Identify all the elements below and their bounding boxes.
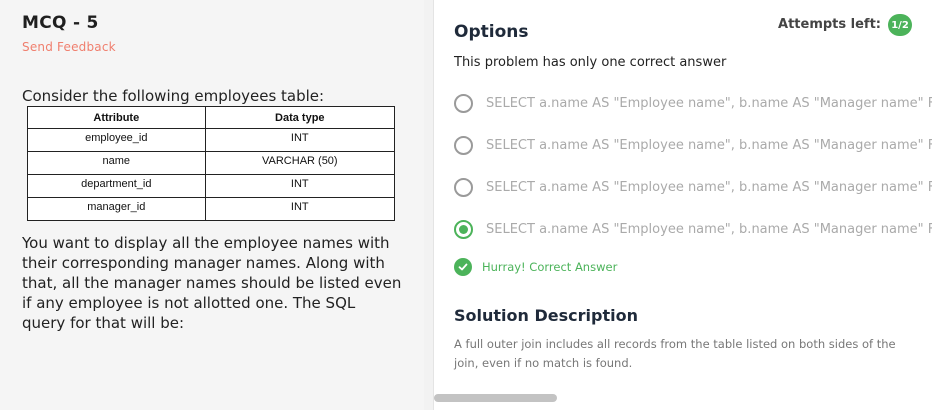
table-cell: manager_id [27, 197, 206, 221]
option-4[interactable]: SELECT a.name AS "Employee name", b.name… [454, 217, 932, 241]
option-1[interactable]: SELECT a.name AS "Employee name", b.name… [454, 91, 932, 115]
attempts-label: Attempts left: [778, 17, 881, 32]
table-cell: INT [204, 197, 396, 221]
table-cell: employee_id [27, 128, 206, 152]
table-cell: INT [204, 128, 396, 152]
check-circle-icon [454, 258, 472, 276]
table-cell: INT [204, 174, 396, 198]
table-cell: VARCHAR (50) [204, 151, 396, 175]
radio-button-selected[interactable] [454, 219, 473, 239]
option-3[interactable]: SELECT a.name AS "Employee name", b.name… [454, 175, 932, 199]
table-header: Data type [204, 106, 396, 129]
question-intro: Consider the following employees table: [22, 87, 325, 105]
table-row: department_id INT [27, 174, 396, 198]
table-cell: name [27, 151, 206, 175]
attempts-badge: 1/2 [888, 14, 912, 36]
solution-title: Solution Description [454, 306, 638, 325]
table-row: name VARCHAR (50) [27, 151, 396, 175]
send-feedback-link[interactable]: Send Feedback [22, 40, 116, 54]
radio-button[interactable] [454, 135, 473, 155]
table-header: Attribute [27, 106, 206, 129]
option-text: SELECT a.name AS "Employee name", b.name… [486, 221, 932, 237]
table-row: employee_id INT [27, 128, 396, 152]
option-text: SELECT a.name AS "Employee name", b.name… [486, 137, 932, 153]
result-text: Hurray! Correct Answer [482, 260, 618, 274]
options-panel[interactable]: Options Attempts left: 1/2 This problem … [433, 0, 932, 410]
horizontal-scrollbar[interactable] [434, 394, 557, 402]
solution-text: A full outer join includes all records f… [454, 337, 896, 370]
option-text: SELECT a.name AS "Employee name", b.name… [486, 95, 932, 111]
question-panel: MCQ - 5 Send Feedback Consider the follo… [0, 0, 424, 410]
options-title: Options [454, 22, 529, 42]
radio-button[interactable] [454, 93, 473, 113]
answer-instruction: This problem has only one correct answer [454, 55, 727, 70]
option-text: SELECT a.name AS "Employee name", b.name… [486, 179, 932, 195]
table-header-row: Attribute Data type [27, 106, 396, 129]
table-row: manager_id INT [27, 197, 396, 221]
question-title: MCQ - 5 [22, 13, 99, 33]
table-cell: department_id [27, 174, 206, 198]
result-message: Hurray! Correct Answer [454, 258, 617, 276]
option-2[interactable]: SELECT a.name AS "Employee name", b.name… [454, 133, 932, 157]
employees-table: Attribute Data type employee_id INT name… [27, 106, 396, 221]
radio-button[interactable] [454, 177, 473, 197]
question-body: You want to display all the employee nam… [22, 234, 402, 332]
